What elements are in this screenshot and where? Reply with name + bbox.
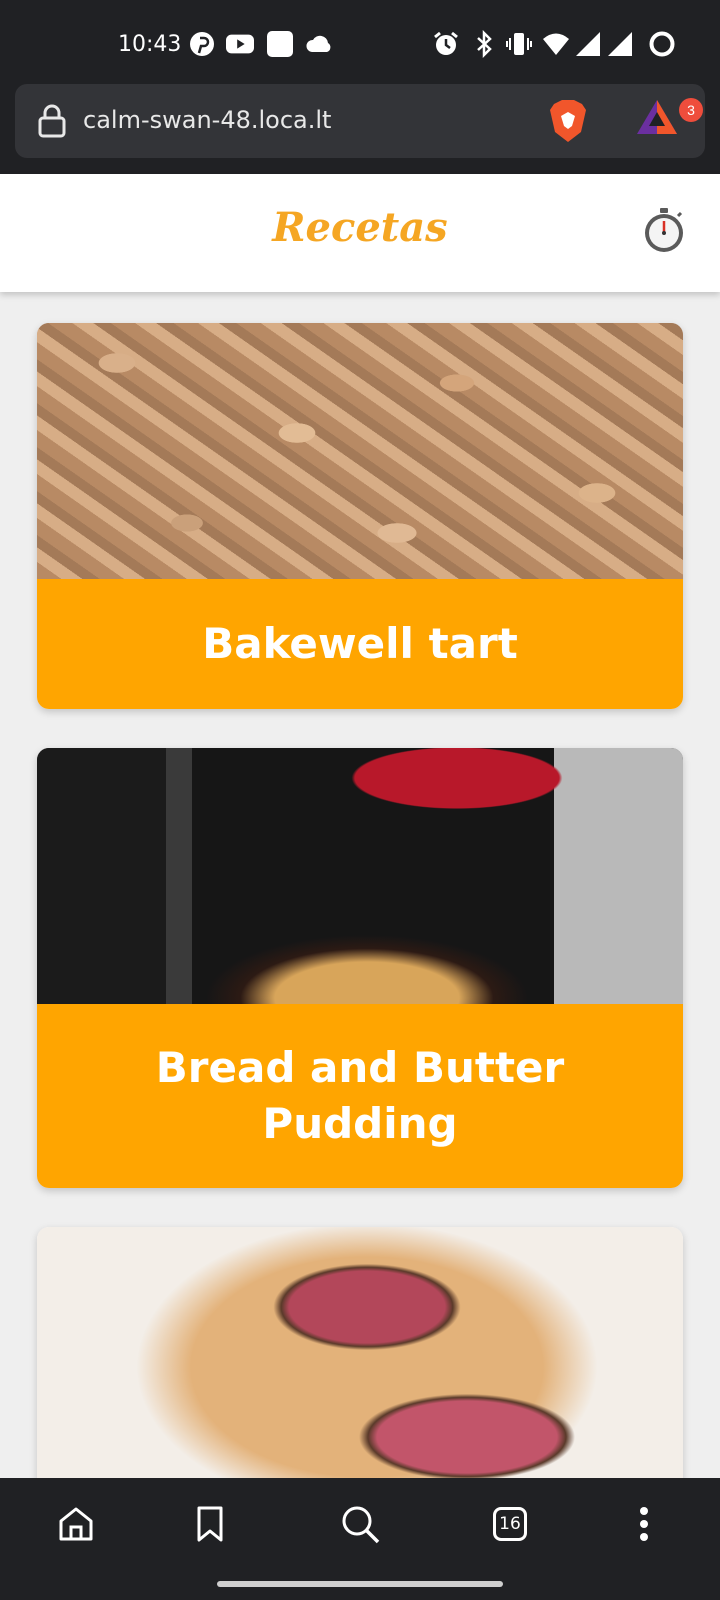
alarm-icon (432, 30, 460, 58)
vibrate-icon (505, 30, 533, 58)
recipe-image (37, 323, 683, 579)
home-icon[interactable] (54, 1502, 98, 1546)
more-menu-icon[interactable] (622, 1502, 666, 1546)
browser-toolbar: calm-swan-48.loca.lt 3 (0, 84, 720, 174)
recipe-title: Bread and Butter Pudding (37, 1004, 683, 1188)
youtube-icon (226, 30, 254, 58)
app-title: Recetas (272, 204, 448, 251)
search-icon[interactable] (338, 1502, 382, 1546)
lock-icon[interactable] (37, 104, 67, 143)
tabs-button[interactable]: 16 (488, 1502, 532, 1546)
gesture-bar[interactable] (217, 1581, 503, 1587)
browser-bottom-nav: 16 (0, 1478, 720, 1570)
signal-icon (574, 30, 602, 58)
brave-rewards-icon[interactable] (635, 96, 679, 141)
tab-count: 16 (493, 1507, 527, 1541)
battery-ring-icon (648, 30, 676, 58)
signal-icon-2 (606, 30, 634, 58)
square-app-icon (266, 30, 294, 58)
wifi-icon (542, 30, 570, 58)
cloud-icon (305, 30, 333, 58)
stopwatch-icon[interactable] (642, 206, 686, 259)
brave-shields-icon[interactable] (548, 98, 588, 149)
recipe-image (37, 748, 683, 1004)
gesture-area (0, 1570, 720, 1600)
recipe-card[interactable]: Bakewell tart (37, 323, 683, 709)
recipe-card[interactable]: Bread and Butter Pudding (37, 748, 683, 1188)
status-bar: 10:43 (0, 0, 720, 84)
address-bar[interactable]: calm-swan-48.loca.lt 3 (15, 84, 705, 158)
app-header: Recetas (0, 174, 720, 292)
rewards-badge: 3 (679, 98, 703, 122)
recipe-title: Bakewell tart (37, 579, 683, 709)
pinterest-icon (188, 30, 216, 58)
url-text[interactable]: calm-swan-48.loca.lt (83, 106, 331, 134)
bluetooth-icon (470, 30, 498, 58)
status-time: 10:43 (118, 32, 182, 57)
bookmark-icon[interactable] (188, 1502, 232, 1546)
